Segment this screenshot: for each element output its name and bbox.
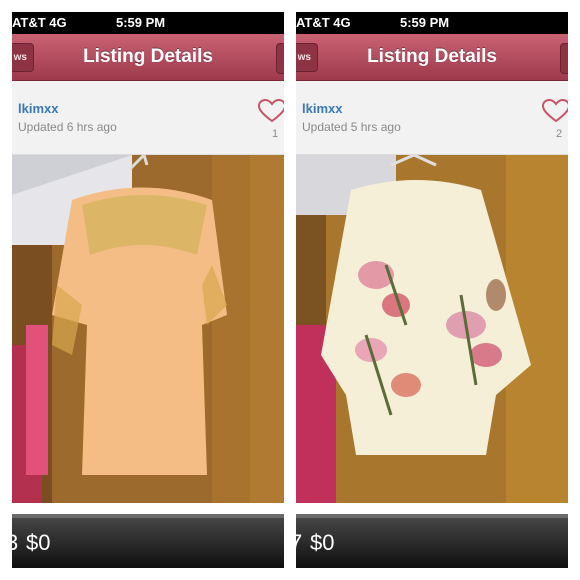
updated-timestamp: Updated 6 hrs ago — [18, 120, 117, 134]
seller-bar: lkimxx Updated 5 hrs ago 2 — [296, 81, 568, 155]
clock: 5:59 PM — [116, 15, 166, 30]
page-title: Listing Details — [83, 46, 213, 67]
seller-username[interactable]: lkimxx — [302, 101, 342, 116]
price-prefix: 7 — [296, 530, 303, 555]
listing-screen-left: AT&T 4G 5:59 PM ws Listing Details lkimx… — [12, 12, 284, 568]
carrier-label: AT&T 4G — [296, 15, 351, 30]
price-prefix: 3 — [12, 530, 19, 555]
nav-action-button[interactable] — [276, 43, 284, 74]
carrier-label: AT&T 4G — [12, 15, 67, 30]
seller-bar: lkimxx Updated 6 hrs ago 1 — [12, 81, 284, 155]
back-button[interactable]: ws — [12, 43, 34, 72]
heart-outline-icon[interactable] — [542, 99, 568, 123]
listing-screen-right: AT&T 4G 5:59 PM ws Listing Details lkimx… — [296, 12, 568, 568]
back-button[interactable]: ws — [296, 43, 318, 72]
status-bar: AT&T 4G 5:59 PM — [12, 12, 284, 34]
price-label: $0 — [26, 530, 51, 555]
price-bar: 3 $0 — [12, 514, 284, 568]
clock: 5:59 PM — [400, 15, 450, 30]
like-count: 1 — [271, 128, 279, 140]
heart-outline-icon[interactable] — [258, 99, 284, 123]
page-title: Listing Details — [367, 46, 497, 67]
seller-username[interactable]: lkimxx — [18, 101, 58, 116]
nav-action-button[interactable] — [560, 43, 568, 74]
updated-timestamp: Updated 5 hrs ago — [302, 120, 401, 134]
like-count: 2 — [555, 128, 563, 140]
nav-bar: ws Listing Details — [296, 34, 568, 81]
status-bar: AT&T 4G 5:59 PM — [296, 12, 568, 34]
price-bar: 7 $0 — [296, 514, 568, 568]
listing-photo[interactable] — [296, 155, 568, 503]
listing-photo[interactable] — [12, 155, 284, 503]
price-label: $0 — [310, 530, 335, 555]
nav-bar: ws Listing Details — [12, 34, 284, 81]
